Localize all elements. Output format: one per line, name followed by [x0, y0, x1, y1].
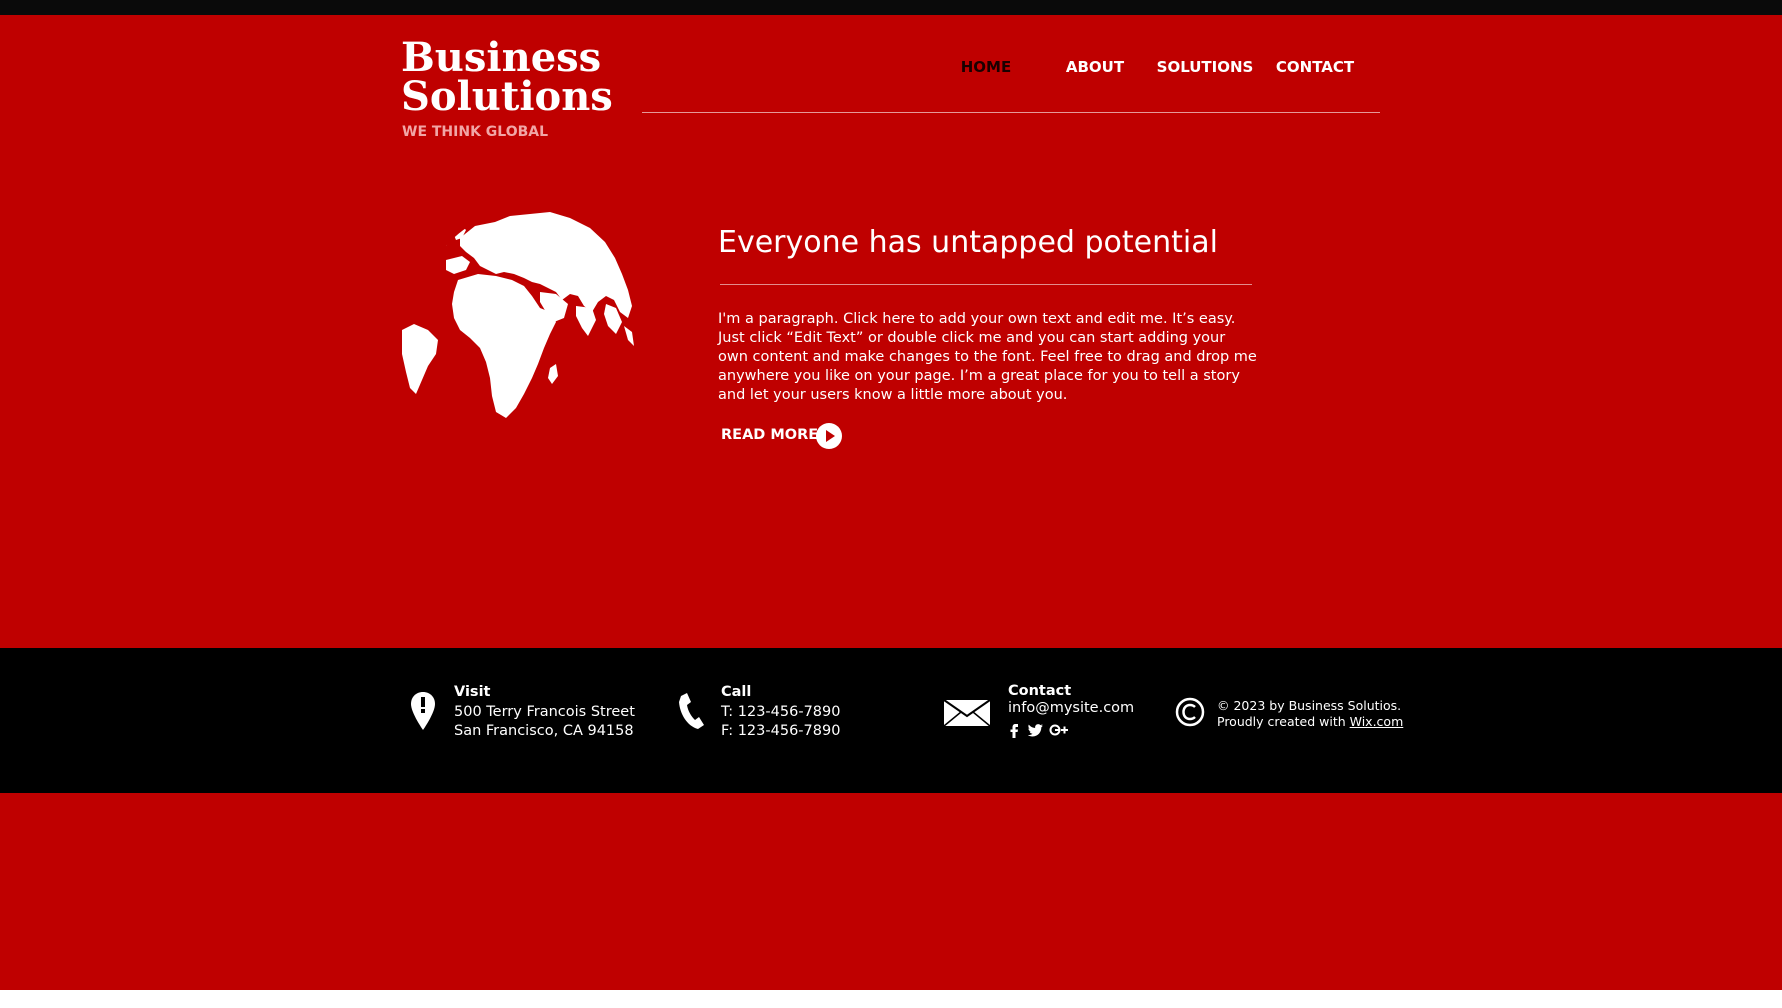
nav-solutions[interactable]: SOLUTIONS — [1150, 58, 1260, 76]
nav-home[interactable]: HOME — [931, 58, 1041, 76]
credit-prefix: Proudly created with — [1217, 714, 1350, 729]
copyright-icon — [1175, 697, 1205, 727]
hero-paragraph[interactable]: I'm a paragraph. Click here to add your … — [718, 310, 1258, 405]
footer-contact-title: Contact — [1008, 683, 1072, 699]
credit-text: Proudly created with Wix.com — [1217, 714, 1403, 730]
footer-visit-line1: 500 Terry Francois Street — [454, 704, 635, 720]
footer-visit-line2: San Francisco, CA 94158 — [454, 723, 634, 739]
footer-call-line2: F: 123-456-7890 — [721, 723, 841, 739]
top-bar — [0, 0, 1782, 15]
site-title-line1: Business — [401, 34, 602, 81]
page: Business Solutions WE THINK GLOBAL HOME … — [0, 0, 1782, 1008]
map-pin-icon — [410, 691, 436, 731]
twitter-icon[interactable] — [1027, 721, 1045, 739]
wix-link[interactable]: Wix.com — [1350, 714, 1404, 729]
phone-icon — [677, 692, 705, 730]
footer-call-line1: T: 123-456-7890 — [721, 704, 841, 720]
google-plus-icon[interactable] — [1049, 721, 1069, 739]
play-circle-icon[interactable] — [815, 422, 843, 450]
nav-about[interactable]: ABOUT — [1040, 58, 1150, 76]
nav-divider — [642, 112, 1380, 113]
footer — [0, 648, 1782, 793]
facebook-icon[interactable] — [1005, 721, 1023, 739]
bottom-section — [0, 793, 1782, 990]
site-tagline: WE THINK GLOBAL — [402, 124, 549, 140]
globe-icon — [400, 208, 645, 418]
hero-headline: Everyone has untapped potential — [718, 225, 1218, 260]
copyright-text: © 2023 by Business Solutios. — [1217, 698, 1402, 713]
hero-divider — [720, 284, 1252, 285]
envelope-icon — [943, 699, 991, 727]
site-title-line2: Solutions — [401, 73, 613, 120]
nav-contact[interactable]: CONTACT — [1260, 58, 1370, 76]
footer-call-title: Call — [721, 684, 752, 700]
footer-visit-title: Visit — [454, 684, 491, 700]
footer-contact-email[interactable]: info@mysite.com — [1008, 699, 1134, 718]
site-title[interactable]: Business Solutions — [401, 34, 613, 120]
read-more-link[interactable]: READ MORE — [721, 427, 818, 443]
